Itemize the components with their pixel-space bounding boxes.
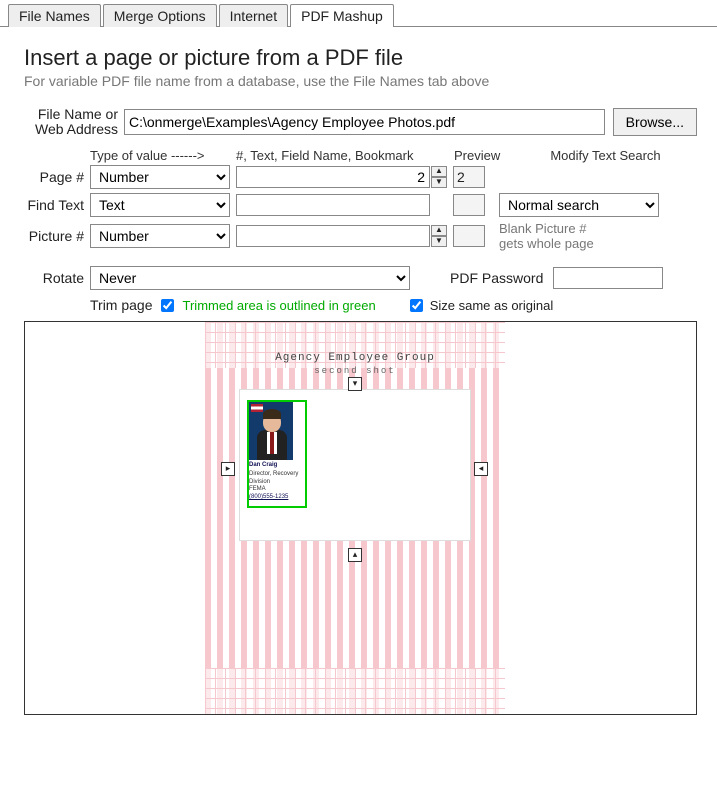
- rotate-label: Rotate: [24, 270, 90, 286]
- pdf-mashup-panel: Insert a page or picture from a PDF file…: [0, 26, 717, 735]
- crop-handle-bottom-icon[interactable]: ▴: [348, 548, 362, 562]
- preview-area[interactable]: Agency Employee Group second shot Dan Cr…: [24, 321, 697, 715]
- password-input[interactable]: [553, 267, 663, 289]
- crop-handle-left-icon[interactable]: ▸: [221, 462, 235, 476]
- employee-role: Director, Recovery Division: [249, 471, 309, 487]
- page-spin-down-icon[interactable]: ▼: [431, 177, 447, 188]
- page-title: Insert a page or picture from a PDF file: [24, 45, 697, 71]
- tab-merge-options[interactable]: Merge Options: [103, 4, 217, 27]
- tab-internet[interactable]: Internet: [219, 4, 288, 27]
- rotate-select[interactable]: Never: [90, 266, 410, 290]
- picture-preview-box: [453, 225, 485, 247]
- header-modify-search: Modify Text Search: [514, 148, 697, 163]
- employee-photo: [249, 402, 293, 460]
- trim-label: Trim page: [90, 297, 157, 313]
- tab-strip: File Names Merge Options Internet PDF Ma…: [0, 0, 717, 27]
- modify-search-select[interactable]: Normal search: [499, 193, 659, 217]
- employee-org: FEMA: [249, 486, 309, 494]
- page-preview-box: 2: [453, 166, 485, 188]
- page-value-input[interactable]: [236, 166, 430, 188]
- page-type-select[interactable]: Number: [90, 165, 230, 189]
- page-label: Page #: [24, 169, 90, 185]
- password-label: PDF Password: [450, 270, 549, 286]
- picture-label: Picture #: [24, 228, 90, 244]
- doc-title: Agency Employee Group: [205, 352, 505, 364]
- picture-hint-1: Blank Picture #: [499, 221, 594, 237]
- find-value-input[interactable]: [236, 194, 430, 216]
- file-name-input[interactable]: [124, 109, 605, 135]
- file-name-label-2: Web Address: [24, 122, 118, 137]
- doc-subtitle: second shot: [205, 366, 505, 376]
- picture-hint-2: gets whole page: [499, 236, 594, 252]
- employee-name: Dan Craig: [249, 462, 309, 470]
- picture-spin-up-icon[interactable]: ▲: [431, 225, 447, 236]
- tab-pdf-mashup[interactable]: PDF Mashup: [290, 4, 394, 27]
- trim-checkbox[interactable]: [161, 299, 174, 312]
- crop-handle-top-icon[interactable]: ▾: [348, 377, 362, 391]
- size-same-label: Size same as original: [430, 298, 554, 313]
- picture-type-select[interactable]: Number: [90, 224, 230, 248]
- file-name-label-1: File Name or: [24, 107, 118, 122]
- picture-spinner[interactable]: ▲ ▼: [431, 225, 447, 247]
- page-spin-up-icon[interactable]: ▲: [431, 166, 447, 177]
- employee-phone: (800)555-1235: [249, 494, 309, 502]
- header-num-text: #, Text, Field Name, Bookmark: [236, 148, 454, 163]
- page-subtitle: For variable PDF file name from a databa…: [24, 73, 697, 89]
- picture-spin-down-icon[interactable]: ▼: [431, 236, 447, 247]
- find-preview-box: [453, 194, 485, 216]
- header-preview: Preview: [454, 148, 514, 163]
- picture-value-input[interactable]: [236, 225, 430, 247]
- employee-text: Dan Craig Director, Recovery Division FE…: [249, 462, 309, 502]
- crop-handle-right-icon[interactable]: ◂: [474, 462, 488, 476]
- header-type-of-value: Type of value ------>: [90, 148, 236, 163]
- pdf-page-border-bottom: [205, 668, 505, 714]
- page-spinner[interactable]: ▲ ▼: [431, 166, 447, 188]
- file-name-row: File Name or Web Address Browse...: [24, 107, 697, 138]
- tab-file-names[interactable]: File Names: [8, 4, 101, 27]
- browse-button[interactable]: Browse...: [613, 108, 697, 136]
- trim-note: Trimmed area is outlined in green: [183, 298, 376, 313]
- find-label: Find Text: [24, 197, 90, 213]
- size-same-checkbox[interactable]: [410, 299, 423, 312]
- find-type-select[interactable]: Text: [90, 193, 230, 217]
